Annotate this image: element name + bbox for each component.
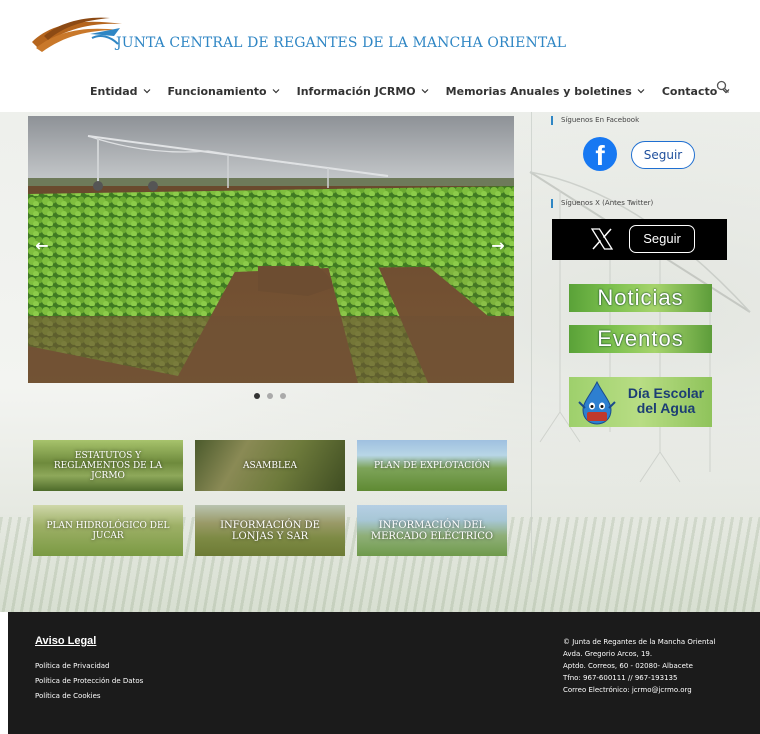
facebook-icon[interactable]: f: [583, 137, 617, 171]
chevron-down-icon: [421, 89, 429, 94]
tile-mercado-electrico[interactable]: INFORMACIÓN DEL MERCADO ELÉCTRICO: [357, 505, 507, 556]
dia-escolar-line2: del Agua: [636, 400, 696, 416]
site-header: JUNTA CENTRAL DE REGANTES DE LA MANCHA O…: [0, 0, 760, 112]
eventos-banner[interactable]: Eventos: [569, 325, 712, 353]
x-heading: Síguenos X (Antes Twitter): [551, 199, 653, 208]
footer-email[interactable]: Correo Electrónico: jcrmo@jcrmo.org: [563, 684, 739, 696]
chevron-down-icon: [143, 89, 150, 94]
site-name[interactable]: JUNTA CENTRAL DE REGANTES DE LA MANCHA O…: [116, 35, 566, 51]
tile-plan-explotacion[interactable]: PLAN DE EXPLOTACIÓN: [357, 440, 507, 491]
aviso-legal-link[interactable]: Aviso Legal: [35, 635, 96, 647]
nav-label: Contacto: [661, 84, 718, 98]
tile-label: PLAN HIDROLÓGICO DEL JUCAR: [46, 520, 170, 541]
tile-label: ASAMBLEA: [242, 460, 298, 471]
nav-label: Memorias Anuales y boletines: [445, 84, 632, 98]
pivot-background-image: [529, 171, 751, 483]
x-follow-button[interactable]: Seguir: [629, 225, 695, 253]
slider-next-arrow-icon[interactable]: →: [488, 236, 508, 256]
footer-address-postal: Aptdo. Correos, 60 - 02080- Albacete: [563, 662, 693, 670]
footer-link-privacidad[interactable]: Política de Privacidad: [35, 662, 110, 670]
tile-plan-hidrologico[interactable]: PLAN HIDROLÓGICO DEL JUCAR: [33, 505, 183, 556]
site-footer: Aviso Legal Política de Privacidad Polít…: [8, 612, 760, 734]
footer-link-proteccion-datos[interactable]: Política de Protección de Datos: [35, 677, 143, 685]
nav-item-memorias[interactable]: Memorias Anuales y boletines: [446, 85, 645, 98]
tile-label: INFORMACIÓN DEL MERCADO ELÉCTRICO: [370, 519, 494, 542]
chevron-down-icon: [637, 89, 645, 94]
footer-contact-info: © Junta de Regantes de la Mancha Orienta…: [563, 636, 739, 696]
footer-phone: Tfno: 967-600111 // 967-193135: [563, 674, 678, 682]
facebook-follow-button[interactable]: Seguir: [631, 141, 695, 169]
tile-label: ESTATUTOS Y REGLAMENTOS DE LA JCRMO: [53, 450, 163, 481]
nav-label: Información JCRMO: [296, 84, 416, 98]
column-divider: [531, 112, 532, 582]
nav-label: Funcionamiento: [167, 84, 267, 98]
nav-item-entidad[interactable]: Entidad: [90, 85, 151, 98]
search-icon[interactable]: [716, 80, 730, 94]
dia-escolar-line1: Día Escolar: [627, 385, 705, 401]
tile-asamblea[interactable]: ASAMBLEA: [195, 440, 345, 491]
x-follow-widget[interactable]: Seguir: [552, 219, 727, 260]
tile-lonjas-sar[interactable]: INFORMACIÓN DE LONJAS Y SAR: [195, 505, 345, 556]
dia-escolar-banner[interactable]: Día Escolar del Agua: [569, 377, 712, 427]
water-drop-mascot-icon: [578, 380, 616, 425]
nav-label: Entidad: [90, 84, 138, 98]
main-content: ← → ESTATUTOS Y REGLAMENTOS DE LA JCRMO …: [0, 112, 760, 612]
footer-copyright: © Junta de Regantes de la Mancha Orienta…: [563, 638, 716, 646]
slider-dot[interactable]: [267, 393, 273, 399]
slider-image: [28, 116, 514, 383]
facebook-heading: Síguenos En Facebook: [551, 116, 639, 125]
nav-item-informacion[interactable]: Información JCRMO: [297, 85, 429, 98]
slider-dot[interactable]: [280, 393, 286, 399]
noticias-banner[interactable]: Noticias: [569, 284, 712, 312]
slider-dots: [254, 393, 293, 399]
tile-estatutos[interactable]: ESTATUTOS Y REGLAMENTOS DE LA JCRMO: [33, 440, 183, 491]
nav-item-funcionamiento[interactable]: Funcionamiento: [168, 85, 280, 98]
facebook-follow-widget: f Seguir: [583, 137, 697, 171]
chevron-down-icon: [272, 89, 280, 94]
slider-prev-arrow-icon[interactable]: ←: [32, 236, 52, 256]
main-nav: Entidad Funcionamiento Información JCRMO…: [90, 81, 747, 101]
dia-escolar-label: Día Escolar del Agua: [623, 386, 709, 416]
jcrmo-logo[interactable]: [30, 14, 126, 54]
tile-label: PLAN DE EXPLOTACIÓN: [373, 460, 490, 471]
tile-label: INFORMACIÓN DE LONJAS Y SAR: [220, 519, 320, 542]
x-logo-icon: [590, 228, 614, 250]
footer-link-cookies[interactable]: Política de Cookies: [35, 692, 101, 700]
footer-address-street: Avda. Gregorio Arcos, 19.: [563, 650, 653, 658]
hero-slider[interactable]: ← →: [28, 116, 514, 383]
slider-dot[interactable]: [254, 393, 260, 399]
